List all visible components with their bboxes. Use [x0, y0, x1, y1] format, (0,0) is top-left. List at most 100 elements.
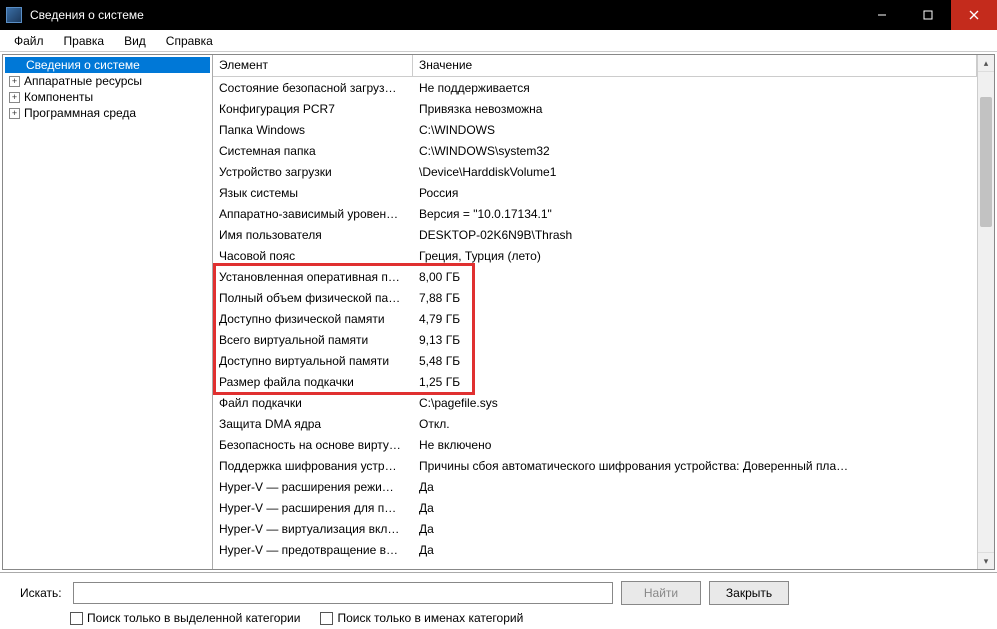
cell-value: Откл. — [413, 417, 977, 431]
cell-element: Установленная оперативная п… — [213, 270, 413, 284]
cell-value: \Device\HarddiskVolume1 — [413, 165, 977, 179]
cell-element: Поддержка шифрования устр… — [213, 459, 413, 473]
list-body: Элемент Значение Состояние безопасной за… — [213, 55, 977, 569]
menu-edit[interactable]: Правка — [54, 32, 115, 50]
table-row[interactable]: Установленная оперативная п…8,00 ГБ — [213, 266, 977, 287]
minimize-button[interactable] — [859, 0, 905, 30]
titlebar: Сведения о системе — [0, 0, 997, 30]
checkbox-category-names[interactable]: Поиск только в именах категорий — [320, 611, 523, 625]
expand-icon[interactable]: + — [9, 108, 20, 119]
cell-element: Аппаратно-зависимый уровен… — [213, 207, 413, 221]
cell-value: Версия = "10.0.17134.1" — [413, 207, 977, 221]
cell-element: Файл подкачки — [213, 396, 413, 410]
table-row[interactable]: Hyper-V — расширения для п…Да — [213, 497, 977, 518]
table-row[interactable]: Часовой поясГреция, Турция (лето) — [213, 245, 977, 266]
tree-item-hardware[interactable]: + Аппаратные ресурсы — [3, 73, 212, 89]
cell-value: Греция, Турция (лето) — [413, 249, 977, 263]
table-row[interactable]: Hyper-V — расширения режи…Да — [213, 476, 977, 497]
table-row[interactable]: Конфигурация PCR7Привязка невозможна — [213, 98, 977, 119]
table-row[interactable]: Безопасность на основе вирту…Не включено — [213, 434, 977, 455]
checkbox-label: Поиск только в именах категорий — [337, 611, 523, 625]
table-row[interactable]: Поддержка шифрования устр…Причины сбоя а… — [213, 455, 977, 476]
table-row[interactable]: Папка WindowsC:\WINDOWS — [213, 119, 977, 140]
table-row[interactable]: Защита DMA ядраОткл. — [213, 413, 977, 434]
list-rows: Состояние безопасной загруз…Не поддержив… — [213, 77, 977, 560]
table-row[interactable]: Доступно виртуальной памяти5,48 ГБ — [213, 350, 977, 371]
table-row[interactable]: Состояние безопасной загруз…Не поддержив… — [213, 77, 977, 98]
cell-value: Не поддерживается — [413, 81, 977, 95]
table-row[interactable]: Hyper-V — предотвращение в…Да — [213, 539, 977, 560]
scroll-down-arrow-icon[interactable]: ▾ — [978, 552, 994, 569]
cell-value: 4,79 ГБ — [413, 312, 977, 326]
table-row[interactable]: Язык системыРоссия — [213, 182, 977, 203]
table-row[interactable]: Полный объем физической па…7,88 ГБ — [213, 287, 977, 308]
search-input[interactable] — [73, 582, 613, 604]
table-row[interactable]: Устройство загрузки\Device\HarddiskVolum… — [213, 161, 977, 182]
cell-element: Доступно физической памяти — [213, 312, 413, 326]
scroll-up-arrow-icon[interactable]: ▴ — [978, 55, 994, 72]
col-header-value[interactable]: Значение — [413, 55, 977, 76]
cell-element: Hyper-V — виртуализация вкл… — [213, 522, 413, 536]
table-row[interactable]: Размер файла подкачки1,25 ГБ — [213, 371, 977, 392]
maximize-button[interactable] — [905, 0, 951, 30]
content-area: Сведения о системе + Аппаратные ресурсы … — [2, 54, 995, 570]
cell-element: Часовой пояс — [213, 249, 413, 263]
search-label: Искать: — [10, 586, 65, 600]
cell-element: Безопасность на основе вирту… — [213, 438, 413, 452]
checkbox-icon — [70, 612, 83, 625]
expand-icon[interactable]: + — [9, 76, 20, 87]
cell-value: DESKTOP-02K6N9B\Thrash — [413, 228, 977, 242]
table-row[interactable]: Hyper-V — виртуализация вкл…Да — [213, 518, 977, 539]
cell-element: Состояние безопасной загруз… — [213, 81, 413, 95]
menubar: Файл Правка Вид Справка — [0, 30, 997, 52]
scroll-track[interactable] — [978, 72, 994, 552]
close-search-button[interactable]: Закрыть — [709, 581, 789, 605]
cell-value: Да — [413, 543, 977, 557]
checkbox-label: Поиск только в выделенной категории — [87, 611, 300, 625]
list-pane: Элемент Значение Состояние безопасной за… — [213, 55, 994, 569]
cell-value: 8,00 ГБ — [413, 270, 977, 284]
menu-help[interactable]: Справка — [156, 32, 223, 50]
table-row[interactable]: Системная папкаC:\WINDOWS\system32 — [213, 140, 977, 161]
cell-element: Размер файла подкачки — [213, 375, 413, 389]
cell-element: Защита DMA ядра — [213, 417, 413, 431]
cell-value: 5,48 ГБ — [413, 354, 977, 368]
scroll-thumb[interactable] — [980, 97, 992, 227]
tree-root[interactable]: Сведения о системе — [5, 57, 210, 73]
tree-pane[interactable]: Сведения о системе + Аппаратные ресурсы … — [3, 55, 213, 569]
tree-item-components[interactable]: + Компоненты — [3, 89, 212, 105]
table-row[interactable]: Всего виртуальной памяти9,13 ГБ — [213, 329, 977, 350]
vertical-scrollbar[interactable]: ▴ ▾ — [977, 55, 994, 569]
checkbox-selected-category[interactable]: Поиск только в выделенной категории — [70, 611, 300, 625]
find-button[interactable]: Найти — [621, 581, 701, 605]
table-row[interactable]: Доступно физической памяти4,79 ГБ — [213, 308, 977, 329]
cell-element: Системная папка — [213, 144, 413, 158]
cell-value: C:\pagefile.sys — [413, 396, 977, 410]
cell-value: 7,88 ГБ — [413, 291, 977, 305]
cell-value: Причины сбоя автоматического шифрования … — [413, 459, 977, 473]
table-row[interactable]: Файл подкачкиC:\pagefile.sys — [213, 392, 977, 413]
table-row[interactable]: Имя пользователяDESKTOP-02K6N9B\Thrash — [213, 224, 977, 245]
menu-file[interactable]: Файл — [4, 32, 54, 50]
expand-icon[interactable]: + — [9, 92, 20, 103]
cell-element: Папка Windows — [213, 123, 413, 137]
close-button[interactable] — [951, 0, 997, 30]
list-header: Элемент Значение — [213, 55, 977, 77]
tree-item-label: Программная среда — [24, 106, 136, 120]
cell-element: Устройство загрузки — [213, 165, 413, 179]
table-row[interactable]: Аппаратно-зависимый уровен…Версия = "10.… — [213, 203, 977, 224]
cell-element: Hyper-V — предотвращение в… — [213, 543, 413, 557]
menu-view[interactable]: Вид — [114, 32, 156, 50]
cell-element: Полный объем физической па… — [213, 291, 413, 305]
cell-element: Имя пользователя — [213, 228, 413, 242]
col-header-element[interactable]: Элемент — [213, 55, 413, 76]
tree-item-software-env[interactable]: + Программная среда — [3, 105, 212, 121]
cell-value: Россия — [413, 186, 977, 200]
window-title: Сведения о системе — [30, 8, 144, 22]
cell-element: Конфигурация PCR7 — [213, 102, 413, 116]
cell-element: Hyper-V — расширения режи… — [213, 480, 413, 494]
cell-value: C:\WINDOWS — [413, 123, 977, 137]
cell-value: Да — [413, 522, 977, 536]
cell-element: Hyper-V — расширения для п… — [213, 501, 413, 515]
checkbox-icon — [320, 612, 333, 625]
